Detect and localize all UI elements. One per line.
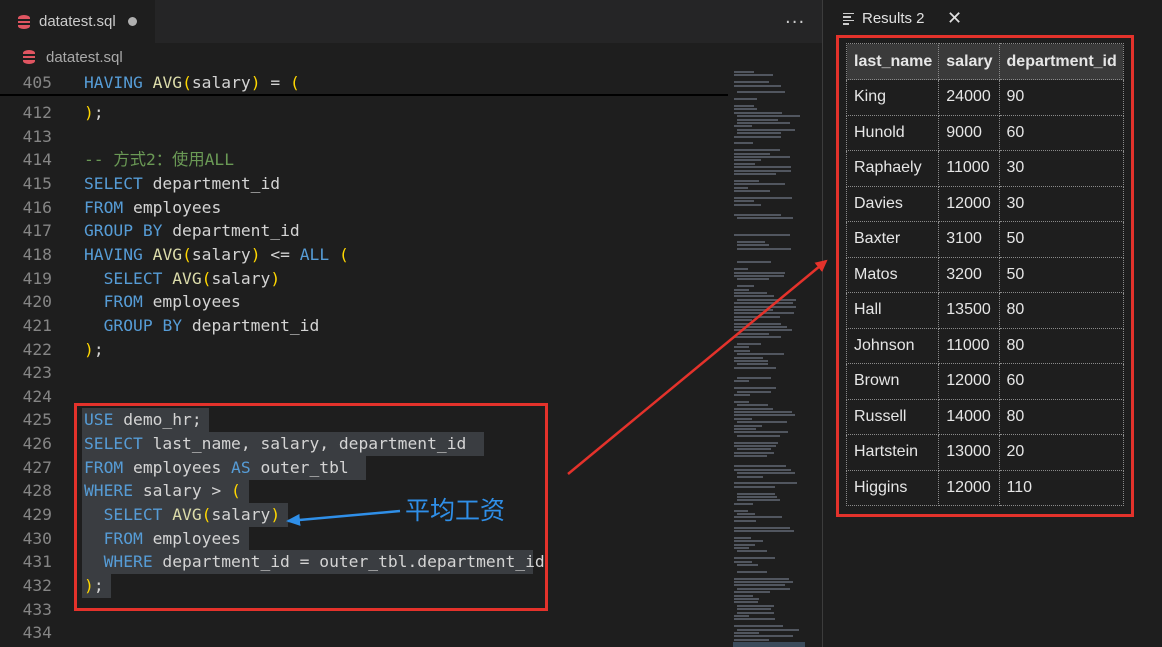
annotation-label: 平均工资 [405, 496, 506, 525]
blue-arrow [286, 509, 401, 526]
annotation-arrows [286, 259, 828, 526]
red-arrow [567, 259, 828, 475]
